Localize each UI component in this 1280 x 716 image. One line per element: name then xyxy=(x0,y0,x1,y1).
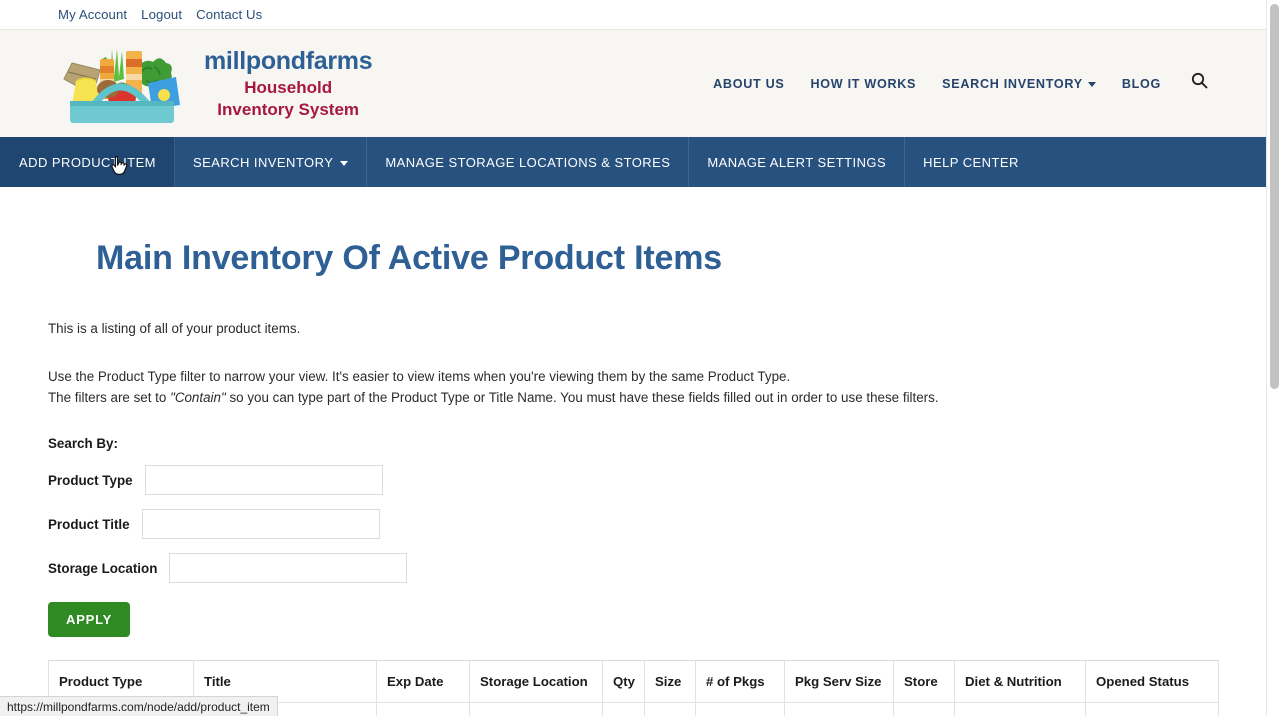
search-by-label: Search By: xyxy=(48,436,118,452)
filter-label-storage-location: Storage Location xyxy=(48,560,158,576)
brand-tagline-line2: Inventory System xyxy=(217,100,360,119)
nav-item-manage-alert-settings[interactable]: MANAGE ALERT SETTINGS xyxy=(689,137,906,187)
intro-text: This is a listing of all of your product… xyxy=(48,319,1266,408)
cell-diet-nutrition: Non-GMO xyxy=(954,702,1086,716)
header-nav-label: SEARCH INVENTORY xyxy=(942,76,1083,91)
main-content: Main Inventory Of Active Product Items T… xyxy=(0,187,1266,716)
intro-line-3-pre: The filters are set to xyxy=(48,389,171,405)
header-nav-label: BLOG xyxy=(1121,76,1161,91)
intro-line-1: This is a listing of all of your product… xyxy=(48,321,301,336)
grocery-basket-icon xyxy=(50,43,190,125)
chevron-down-icon xyxy=(340,160,349,166)
site-header: millpondfarms Household Inventory System… xyxy=(0,29,1266,137)
brand-text: millpondfarms Household Inventory System xyxy=(204,47,373,119)
column-header-pkg-serv-size[interactable]: Pkg Serv Size xyxy=(784,660,894,704)
column-header-storage-location[interactable]: Storage Location xyxy=(469,660,603,704)
utility-link-contact-us[interactable]: Contact Us xyxy=(196,7,262,22)
vertical-scrollbar[interactable] xyxy=(1266,0,1280,716)
cell-opened-status xyxy=(1085,702,1219,716)
header-nav-item-search-inventory[interactable]: SEARCH INVENTORY xyxy=(942,77,1096,91)
header-nav-item-how-it-works[interactable]: HOW IT WORKS xyxy=(811,77,917,91)
column-header-size[interactable]: Size xyxy=(644,660,696,704)
page-root: My Account Logout Contact Us millpondfar… xyxy=(0,0,1266,716)
cell-store: Kroger xyxy=(893,702,955,716)
filter-label-product-title: Product Title xyxy=(48,516,130,532)
cell-num-pkgs xyxy=(695,702,785,716)
status-bar-url: https://millpondfarms.com/node/add/produ… xyxy=(0,696,278,716)
intro-line-3-post: so you can type part of the Product Type… xyxy=(225,389,939,405)
nav-item-label: ADD PRODUCT ITEM xyxy=(19,154,156,170)
product-type-input[interactable] xyxy=(144,465,383,496)
header-nav-label: ABOUT US xyxy=(713,76,785,91)
nav-item-label: MANAGE ALERT SETTINGS xyxy=(707,154,887,170)
filter-row-product-type: Product Type xyxy=(48,465,1266,496)
cell-pkg-serv-size xyxy=(784,702,894,716)
chevron-down-icon xyxy=(1087,82,1096,87)
nav-item-add-product-item[interactable]: ADD PRODUCT ITEM xyxy=(0,137,175,187)
nav-item-label: HELP CENTER xyxy=(923,154,1019,170)
cell-exp-date: 12/20/2024 xyxy=(376,702,470,716)
column-header-diet-nutrition[interactable]: Diet & Nutrition xyxy=(954,660,1086,704)
utility-link-my-account[interactable]: My Account xyxy=(58,7,127,22)
storage-location-input[interactable] xyxy=(169,553,408,584)
intro-line-3: The filters are set to "Contain" so you … xyxy=(48,388,1266,409)
header-nav-item-blog[interactable]: BLOG xyxy=(1122,77,1161,91)
column-header-exp-date[interactable]: Exp Date xyxy=(376,660,470,704)
filter-row-product-title: Product Title xyxy=(48,509,1266,540)
filter-label-product-type: Product Type xyxy=(48,472,133,488)
nav-item-label: SEARCH INVENTORY xyxy=(192,154,334,170)
column-header-qty[interactable]: Qty xyxy=(602,660,645,704)
intro-line-2: Use the Product Type filter to narrow yo… xyxy=(48,368,791,384)
nav-item-search-inventory[interactable]: SEARCH INVENTORY xyxy=(175,137,368,187)
product-title-input[interactable] xyxy=(141,509,380,540)
utility-link-logout[interactable]: Logout xyxy=(141,7,182,22)
apply-button[interactable]: APPLY xyxy=(48,602,131,638)
search-icon[interactable] xyxy=(1191,72,1208,94)
column-header-opened-status[interactable]: Opened Status xyxy=(1085,660,1219,704)
cell-size: 28 oz xyxy=(644,702,696,716)
main-navigation: ADD PRODUCT ITEM SEARCH INVENTORY MANAGE… xyxy=(0,137,1266,187)
brand-block[interactable]: millpondfarms Household Inventory System xyxy=(0,43,373,125)
header-nav: ABOUT US HOW IT WORKS SEARCH INVENTORY B… xyxy=(713,72,1208,95)
utility-bar: My Account Logout Contact Us xyxy=(0,0,1266,29)
brand-tagline-line1: Household xyxy=(244,78,333,97)
nav-item-label: MANAGE STORAGE LOCATIONS & STORES xyxy=(385,154,671,170)
filter-row-storage-location: Storage Location xyxy=(48,553,1266,584)
column-header-num-pkgs[interactable]: # of Pkgs xyxy=(695,660,785,704)
browser-viewport: My Account Logout Contact Us millpondfar… xyxy=(0,0,1280,716)
brand-name: millpondfarms xyxy=(204,47,373,75)
nav-item-help-center[interactable]: HELP CENTER xyxy=(905,137,1037,187)
nav-item-manage-storage-locations-stores[interactable]: MANAGE STORAGE LOCATIONS & STORES xyxy=(367,137,690,187)
scrollbar-thumb[interactable] xyxy=(1270,4,1279,389)
column-header-store[interactable]: Store xyxy=(893,660,955,704)
page-title: Main Inventory Of Active Product Items xyxy=(96,239,722,277)
header-nav-item-about-us[interactable]: ABOUT US xyxy=(713,77,784,91)
header-nav-label: HOW IT WORKS xyxy=(810,76,917,91)
cell-storage-location: Kitchen Pantry xyxy=(469,702,603,716)
cell-qty: 1.00 xyxy=(602,702,645,716)
intro-line-3-emphasis: "Contain" xyxy=(170,389,226,405)
